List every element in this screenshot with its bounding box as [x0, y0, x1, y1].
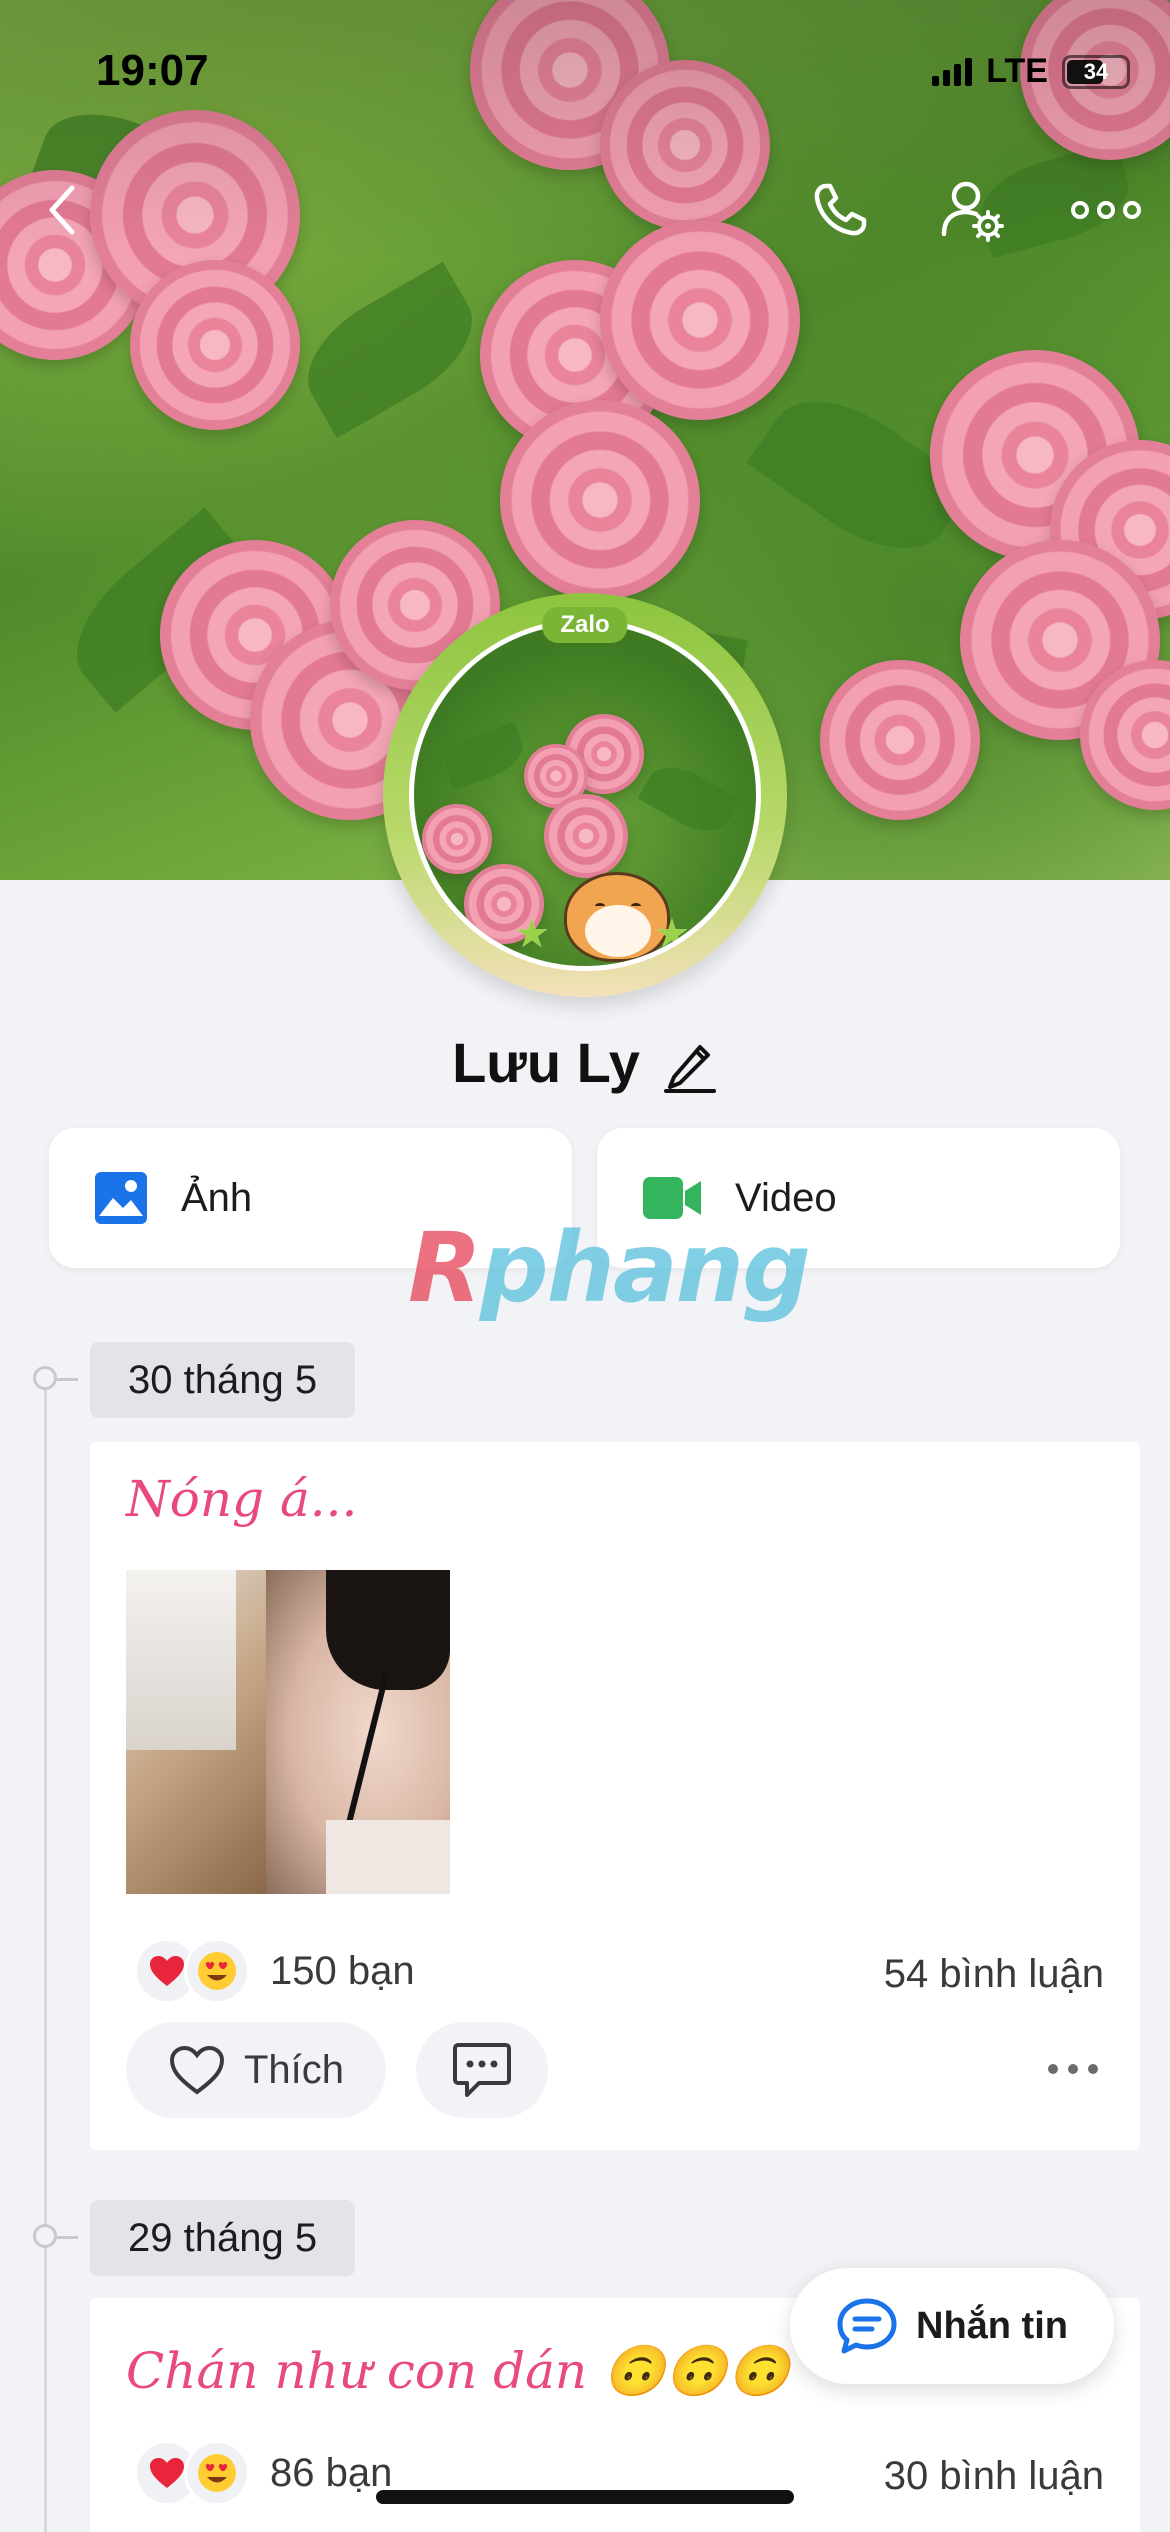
timeline-dot: [33, 1366, 78, 1390]
timeline-line: [44, 1380, 47, 2532]
zalo-badge: Zalo: [542, 607, 628, 643]
more-horizontal-icon: [1071, 201, 1141, 219]
profile-name-row: Lưu Ly: [0, 1030, 1170, 1095]
avatar[interactable]: ★ ★ Zalo: [383, 593, 787, 997]
user-settings-icon: [941, 181, 1004, 242]
star-icon: ★: [654, 912, 690, 956]
reaction-count[interactable]: 150 bạn: [270, 1949, 415, 1994]
reactions[interactable]: 86 bạn: [134, 2440, 392, 2506]
comment-count[interactable]: 30 bình luận: [884, 2454, 1104, 2499]
profile-name: Lưu Ly: [452, 1031, 640, 1094]
heart-eyes-reaction-icon: [184, 1938, 250, 2004]
avatar-image: ★ ★: [409, 619, 761, 971]
send-message-label: Nhắn tin: [916, 2304, 1068, 2347]
watermark-logo: Rphang: [408, 1212, 811, 1324]
chat-bubble-icon: [837, 2298, 897, 2354]
post-options-button[interactable]: [1048, 2064, 1098, 2074]
heart-eyes-reaction-icon: [184, 2440, 250, 2506]
like-label: Thích: [243, 2047, 345, 2092]
status-indicators: LTE 34: [932, 52, 1130, 91]
like-button[interactable]: Thích: [126, 2022, 386, 2118]
image-icon: [95, 1172, 147, 1224]
post-card[interactable]: Nóng á... 150 bạn 54 bình luận Thích: [90, 1442, 1140, 2150]
comment-count[interactable]: 54 bình luận: [884, 1952, 1104, 1997]
more-button[interactable]: [1066, 170, 1146, 250]
reactions[interactable]: 150 bạn: [134, 1938, 415, 2004]
post-date: 30 tháng 5: [90, 1342, 356, 1418]
pencil-icon[interactable]: [662, 1033, 718, 1093]
comment-icon: [453, 2043, 511, 2097]
send-message-button[interactable]: Nhắn tin: [790, 2268, 1114, 2384]
post-text: Nóng á...: [126, 1470, 358, 1528]
post-date: 29 tháng 5: [90, 2200, 356, 2276]
more-dot-icon: [1048, 2064, 1058, 2074]
heart-outline-icon: [169, 2045, 224, 2095]
call-button[interactable]: [800, 170, 880, 250]
more-dot-icon: [1088, 2064, 1098, 2074]
phone-icon: [814, 183, 867, 236]
signal-icon: [932, 57, 973, 86]
back-button[interactable]: [22, 170, 102, 250]
post-text: Chán như con dán 🙃🙃🙃: [126, 2342, 790, 2400]
star-icon: ★: [514, 912, 550, 956]
more-dot-icon: [1068, 2064, 1078, 2074]
chevron-left-icon: [49, 185, 75, 235]
battery-level: 34: [1083, 58, 1109, 84]
timeline-dot: [33, 2224, 78, 2248]
reaction-count[interactable]: 86 bạn: [270, 2451, 392, 2496]
post-photo[interactable]: [126, 1570, 450, 1894]
status-time: 19:07: [96, 46, 209, 95]
home-indicator[interactable]: [376, 2490, 794, 2504]
battery-icon: 34: [1062, 54, 1130, 89]
comment-button[interactable]: [416, 2022, 548, 2118]
photos-label: Ảnh: [181, 1175, 253, 1220]
profile-settings-button[interactable]: [932, 170, 1012, 250]
network-type: LTE: [986, 52, 1048, 90]
